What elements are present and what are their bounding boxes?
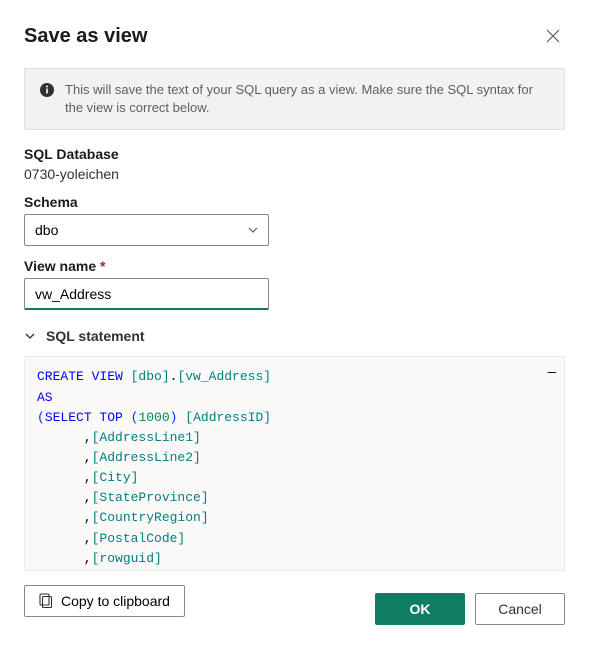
required-indicator: *: [100, 258, 105, 274]
copy-icon: [39, 593, 53, 609]
schema-label: Schema: [24, 194, 565, 210]
code-fold-icon[interactable]: —: [548, 363, 554, 385]
info-banner: This will save the text of your SQL quer…: [24, 68, 565, 130]
view-name-input[interactable]: [24, 278, 269, 310]
sql-statement-label: SQL statement: [46, 328, 145, 344]
copy-button-label: Copy to clipboard: [61, 593, 170, 609]
database-field: SQL Database 0730-yoleichen: [24, 146, 565, 182]
sql-statement-toggle[interactable]: SQL statement: [24, 328, 565, 344]
schema-field: Schema: [24, 194, 565, 246]
dialog-footer: OK Cancel: [375, 593, 565, 625]
view-name-field: View name *: [24, 258, 565, 310]
dialog-header: Save as view: [24, 24, 565, 48]
view-name-label: View name *: [24, 258, 565, 274]
database-value: 0730-yoleichen: [24, 166, 565, 182]
info-icon: [39, 82, 55, 98]
schema-select[interactable]: [24, 214, 269, 246]
info-text: This will save the text of your SQL quer…: [65, 81, 550, 117]
close-icon: [546, 29, 560, 43]
database-label: SQL Database: [24, 146, 565, 162]
cancel-button[interactable]: Cancel: [475, 593, 565, 625]
close-button[interactable]: [541, 24, 565, 48]
ok-button[interactable]: OK: [375, 593, 465, 625]
view-name-label-text: View name: [24, 258, 96, 274]
dialog-title: Save as view: [24, 25, 147, 48]
chevron-down-icon: [24, 330, 36, 342]
sql-code-viewer[interactable]: —CREATE VIEW [dbo].[vw_Address] AS (SELE…: [24, 356, 565, 571]
copy-to-clipboard-button[interactable]: Copy to clipboard: [24, 585, 185, 617]
